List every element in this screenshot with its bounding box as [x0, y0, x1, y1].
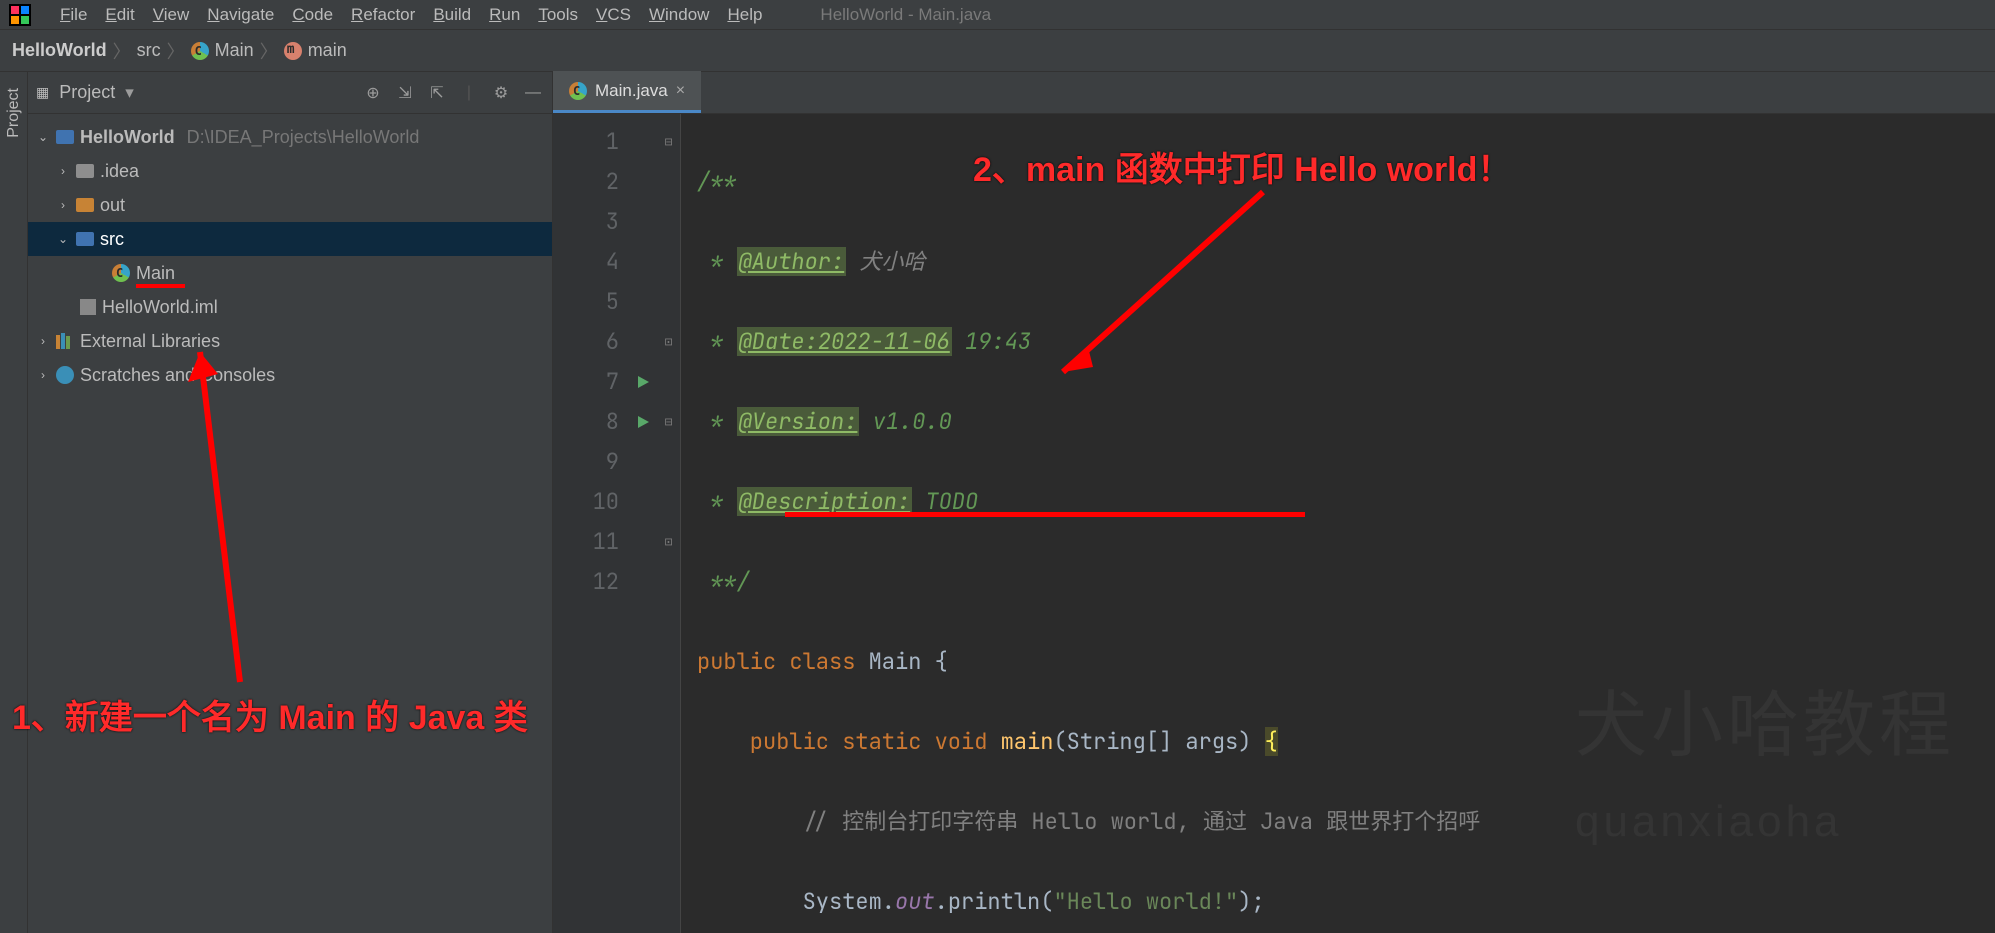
- menu-window[interactable]: Window: [649, 5, 709, 25]
- project-panel-header: ▦ Project ▾ ⊕ ⇲ ⇱ | ⚙ —: [28, 72, 552, 114]
- menu-edit[interactable]: Edit: [105, 5, 134, 25]
- method-icon: [284, 42, 302, 60]
- chevron-right-icon[interactable]: ›: [36, 368, 50, 382]
- tree-item-label: .idea: [100, 161, 139, 182]
- hide-icon[interactable]: —: [522, 82, 544, 104]
- breadcrumb-method[interactable]: main: [284, 40, 347, 61]
- tree-item-label: Scratches and Consoles: [80, 365, 275, 386]
- gear-icon[interactable]: ⚙: [490, 82, 512, 104]
- dropdown-icon[interactable]: ▾: [125, 83, 134, 103]
- chevron-right-icon: 〉: [260, 38, 278, 64]
- project-panel-title[interactable]: Project: [59, 82, 115, 103]
- source-folder-icon: [76, 232, 94, 246]
- editor-tabs: Main.java ×: [553, 72, 1995, 114]
- breadcrumb-class[interactable]: Main: [191, 40, 254, 61]
- breadcrumb: HelloWorld 〉 src 〉 Main 〉 main: [0, 30, 1995, 72]
- fold-collapse-icon[interactable]: ⊟: [657, 402, 680, 442]
- menu-file[interactable]: File: [60, 5, 87, 25]
- run-method-icon[interactable]: [629, 402, 657, 442]
- gutter-run-markers: [629, 114, 657, 933]
- tool-window-rail: Project: [0, 72, 28, 933]
- library-icon: [56, 333, 74, 349]
- close-icon[interactable]: ×: [676, 82, 685, 100]
- menu-run[interactable]: Run: [489, 5, 520, 25]
- tree-item-label: HelloWorld.iml: [102, 297, 218, 318]
- class-icon: [112, 264, 130, 282]
- menu-view[interactable]: View: [153, 5, 190, 25]
- tree-root[interactable]: ⌄ HelloWorld D:\IDEA_Projects\HelloWorld: [28, 120, 552, 154]
- tree-root-path: D:\IDEA_Projects\HelloWorld: [187, 127, 420, 148]
- class-icon: [569, 82, 587, 100]
- menu-build[interactable]: Build: [433, 5, 471, 25]
- project-tree: ⌄ HelloWorld D:\IDEA_Projects\HelloWorld…: [28, 114, 552, 398]
- module-icon: [56, 130, 74, 144]
- code-content[interactable]: /** * @Author: 犬小哈 * @Date:2022-11-06 19…: [681, 114, 1995, 933]
- scratches-icon: [56, 366, 74, 384]
- tree-scratches[interactable]: › Scratches and Consoles: [28, 358, 552, 392]
- project-icon: ▦: [36, 84, 49, 101]
- folder-icon: [76, 198, 94, 212]
- class-icon: [191, 42, 209, 60]
- chevron-down-icon[interactable]: ⌄: [36, 130, 50, 144]
- breadcrumb-project[interactable]: HelloWorld: [12, 40, 107, 61]
- tree-item-label: src: [100, 229, 124, 250]
- editor-tab-label: Main.java: [595, 81, 668, 101]
- chevron-right-icon: 〉: [167, 38, 185, 64]
- divider-icon: |: [458, 82, 480, 104]
- tree-main-class[interactable]: Main: [28, 256, 552, 290]
- menu-refactor[interactable]: Refactor: [351, 5, 415, 25]
- menu-code[interactable]: Code: [292, 5, 333, 25]
- fold-collapse-icon[interactable]: ⊟: [657, 122, 680, 162]
- editor-tab-main[interactable]: Main.java ×: [553, 71, 701, 113]
- code-area[interactable]: 1 2 3 4 5 6 7 8 9 10 11 12 ⊟: [553, 114, 1995, 933]
- select-opened-file-icon[interactable]: ⊕: [362, 82, 384, 104]
- gutter-line-numbers: 1 2 3 4 5 6 7 8 9 10 11 12: [553, 114, 629, 933]
- gutter-fold-markers: ⊟ ⊡ ⊟ ⊡: [657, 114, 681, 933]
- tree-iml-file[interactable]: HelloWorld.iml: [28, 290, 552, 324]
- tree-item-label: External Libraries: [80, 331, 220, 352]
- annotation-underline: [785, 512, 1305, 517]
- collapse-all-icon[interactable]: ⇱: [426, 82, 448, 104]
- menu-vcs[interactable]: VCS: [596, 5, 631, 25]
- tree-src-folder[interactable]: ⌄ src: [28, 222, 552, 256]
- menu-bar: File Edit View Navigate Code Refactor Bu…: [0, 0, 1995, 30]
- folder-icon: [76, 164, 94, 178]
- breadcrumb-method-label: main: [308, 40, 347, 61]
- chevron-down-icon[interactable]: ⌄: [56, 232, 70, 246]
- breadcrumb-class-label: Main: [215, 40, 254, 61]
- chevron-right-icon[interactable]: ›: [56, 198, 70, 212]
- menu-navigate[interactable]: Navigate: [207, 5, 274, 25]
- chevron-right-icon[interactable]: ›: [56, 164, 70, 178]
- project-tool-window: ▦ Project ▾ ⊕ ⇲ ⇱ | ⚙ — ⌄ HelloWorld D:\…: [28, 72, 553, 933]
- rail-project-tab[interactable]: Project: [5, 88, 23, 138]
- app-logo-icon: [8, 3, 32, 27]
- run-class-icon[interactable]: [629, 362, 657, 402]
- tree-root-name: HelloWorld: [80, 127, 175, 148]
- menu-tools[interactable]: Tools: [538, 5, 578, 25]
- tree-item-label: out: [100, 195, 125, 216]
- expand-all-icon[interactable]: ⇲: [394, 82, 416, 104]
- chevron-right-icon: 〉: [113, 38, 131, 64]
- tree-item-label: Main: [136, 263, 175, 284]
- menu-help[interactable]: Help: [727, 5, 762, 25]
- tree-out-folder[interactable]: › out: [28, 188, 552, 222]
- breadcrumb-src[interactable]: src: [137, 40, 161, 61]
- fold-end-icon[interactable]: ⊡: [657, 322, 680, 362]
- fold-end-icon[interactable]: ⊡: [657, 522, 680, 562]
- chevron-right-icon[interactable]: ›: [36, 334, 50, 348]
- iml-file-icon: [80, 299, 96, 315]
- window-title: HelloWorld - Main.java: [820, 5, 991, 25]
- tree-idea-folder[interactable]: › .idea: [28, 154, 552, 188]
- editor: Main.java × 1 2 3 4 5 6 7 8 9 10 11 12: [553, 72, 1995, 933]
- tree-external-libraries[interactable]: › External Libraries: [28, 324, 552, 358]
